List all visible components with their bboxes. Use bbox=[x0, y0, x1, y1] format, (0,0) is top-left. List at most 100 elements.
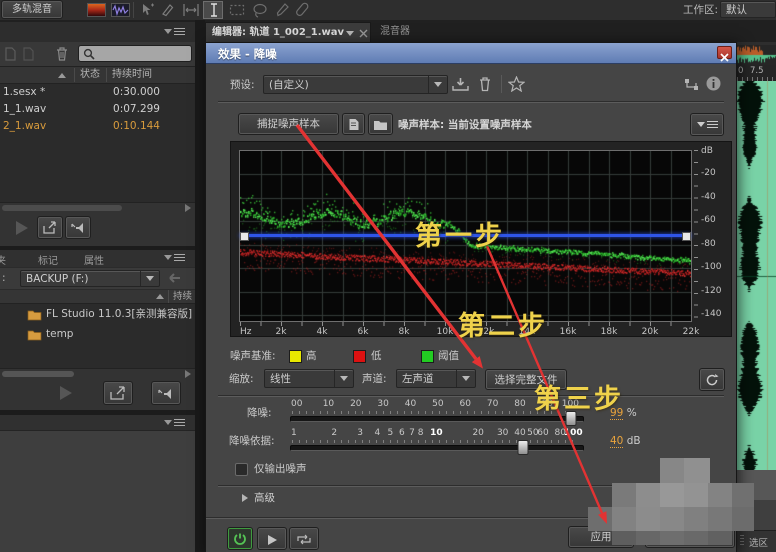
browser-tab[interactable]: 夹 bbox=[0, 252, 6, 267]
file-row[interactable]: 1_1.wav0:07.299 bbox=[0, 101, 195, 118]
status-column-header[interactable]: 状态 bbox=[74, 68, 100, 82]
panel-menu-icon[interactable] bbox=[164, 254, 185, 261]
tab-editor[interactable]: 编辑器: 轨道 1_002_1.wav bbox=[205, 22, 371, 42]
autoplay-speaker-button[interactable] bbox=[152, 382, 180, 404]
waveform-display[interactable] bbox=[737, 81, 776, 470]
lasso-tool-icon[interactable] bbox=[251, 2, 269, 18]
annotation-step3: 第三步 bbox=[534, 377, 624, 416]
folder-row[interactable]: temp bbox=[0, 324, 195, 344]
scroll-right-icon[interactable] bbox=[185, 204, 191, 212]
reduce-by-thumb[interactable] bbox=[518, 440, 529, 455]
reduce-by-slider[interactable] bbox=[290, 445, 584, 451]
info-icon[interactable] bbox=[706, 76, 721, 91]
spot-heal-tool-icon[interactable] bbox=[295, 2, 313, 18]
legend-high-label: 高 bbox=[306, 349, 317, 363]
x-axis-tick-label: 10k bbox=[437, 327, 454, 337]
output-noise-only-label[interactable]: 仅输出噪声 bbox=[254, 462, 307, 476]
autoplay-speaker-button[interactable] bbox=[66, 217, 90, 238]
drive-dropdown[interactable]: BACKUP (F:) bbox=[20, 270, 160, 287]
scroll-right-icon[interactable] bbox=[185, 370, 191, 378]
files-panel: 状态 持续时间 1.sesx *0:30.0001_1.wav0:07.2992… bbox=[0, 42, 195, 246]
slider-tick-label: 1 bbox=[291, 428, 297, 438]
browser-header[interactable]: 持续 bbox=[0, 290, 195, 304]
timeline-ruler[interactable]: 0 7.5 bbox=[737, 65, 776, 82]
preview-play-button[interactable] bbox=[258, 528, 286, 549]
browser-tab[interactable]: 属性 bbox=[84, 252, 104, 267]
search-input[interactable] bbox=[99, 47, 191, 62]
loop-preview-button[interactable] bbox=[290, 528, 318, 549]
slider-tick-label: 3 bbox=[357, 428, 363, 438]
marquee-tool-icon[interactable] bbox=[228, 2, 246, 18]
browser-duration-column[interactable]: 持续 bbox=[168, 290, 192, 303]
y-axis-tick-label: -40 bbox=[701, 192, 716, 202]
back-arrow-icon[interactable] bbox=[167, 272, 181, 284]
trash-icon[interactable] bbox=[55, 46, 69, 61]
apply-button[interactable]: 应用 bbox=[569, 527, 633, 547]
scroll-thumb[interactable] bbox=[2, 371, 74, 377]
browser-tab[interactable]: 标记 bbox=[38, 252, 58, 267]
reduce-by-value[interactable]: 40 dB bbox=[610, 434, 641, 448]
multitrack-button[interactable]: 多轨混音 bbox=[2, 1, 62, 18]
noise-floor-handle-right[interactable] bbox=[682, 232, 691, 241]
editor-tab-dropdown-icon[interactable] bbox=[346, 31, 354, 36]
files-header[interactable]: 状态 持续时间 bbox=[0, 67, 195, 84]
open-in-multitrack-button[interactable] bbox=[104, 382, 132, 404]
ibeam-tool-active-frame[interactable] bbox=[203, 1, 223, 19]
spectral-display-icon[interactable] bbox=[87, 3, 106, 17]
duration-column-header[interactable]: 持续时间 bbox=[106, 68, 152, 82]
file-row[interactable]: 1.sesx *0:30.000 bbox=[0, 84, 195, 101]
channel-dropdown[interactable]: 左声道 bbox=[396, 369, 476, 388]
sample-menu-button[interactable] bbox=[691, 114, 723, 135]
play-icon[interactable] bbox=[16, 221, 28, 235]
search-box[interactable] bbox=[78, 45, 192, 62]
panel-menu-icon[interactable] bbox=[164, 28, 185, 35]
file-name: 1_1.wav bbox=[3, 101, 46, 118]
scale-label: 缩放: bbox=[229, 372, 254, 386]
preset-routing-icon[interactable] bbox=[684, 78, 699, 91]
open-in-multitrack-button[interactable] bbox=[38, 217, 62, 238]
output-noise-only-checkbox[interactable] bbox=[235, 463, 248, 476]
preset-dropdown[interactable]: (自定义) bbox=[263, 75, 448, 94]
editor-tab-close-icon[interactable] bbox=[359, 29, 368, 38]
load-noise-sample-button[interactable] bbox=[369, 114, 392, 134]
reduce-by-scale: 1234567810203040506080100 bbox=[291, 428, 579, 439]
save-preset-icon[interactable] bbox=[452, 77, 469, 92]
slider-tick-label: 40 bbox=[405, 399, 416, 409]
advanced-label[interactable]: 高级 bbox=[254, 491, 275, 505]
folder-row[interactable]: FL Studio 11.0.3[亲测兼容版] bbox=[0, 304, 195, 324]
noise-reduction-slider[interactable] bbox=[290, 416, 584, 422]
capture-noise-sample-button[interactable]: 捕捉噪声样本 bbox=[239, 114, 338, 134]
time-selection-tool-icon[interactable] bbox=[182, 2, 200, 18]
file-name: 1.sesx * bbox=[3, 84, 45, 101]
tab-mixer[interactable]: 混音器 bbox=[380, 25, 410, 39]
advanced-expand-icon[interactable] bbox=[242, 494, 248, 502]
dialog-titlebar[interactable]: 效果 - 降噪 bbox=[206, 43, 736, 64]
workspace-dropdown[interactable]: 默认 bbox=[720, 1, 776, 18]
panel-menu-icon[interactable] bbox=[164, 419, 185, 426]
save-noise-sample-button[interactable] bbox=[343, 114, 364, 134]
files-toolbar bbox=[0, 42, 195, 67]
waveform-display-icon[interactable] bbox=[111, 3, 130, 17]
scroll-thumb[interactable] bbox=[2, 205, 122, 211]
delete-preset-icon[interactable] bbox=[478, 76, 492, 92]
sort-ascending-icon bbox=[58, 73, 66, 78]
brush-tool-icon[interactable] bbox=[273, 2, 291, 18]
panel-grip[interactable] bbox=[740, 535, 744, 547]
dialog-close-button[interactable] bbox=[717, 46, 732, 59]
scale-dropdown[interactable]: 线性 bbox=[264, 369, 354, 388]
file-row[interactable]: 2_1.wav0:10.144 bbox=[0, 118, 195, 135]
favorite-star-icon[interactable] bbox=[508, 76, 525, 92]
new-file-icon[interactable] bbox=[22, 47, 35, 61]
slider-tick-label: 40 bbox=[514, 428, 525, 438]
move-tool-icon[interactable] bbox=[139, 2, 155, 18]
overview-waveform[interactable] bbox=[737, 45, 776, 65]
effect-power-toggle[interactable] bbox=[228, 528, 252, 549]
close-dialog-button[interactable] bbox=[646, 527, 734, 547]
column-divider[interactable] bbox=[195, 20, 205, 552]
import-file-icon[interactable] bbox=[4, 47, 17, 61]
play-icon[interactable] bbox=[60, 386, 72, 400]
noise-floor-handle-left[interactable] bbox=[240, 232, 249, 241]
razor-tool-icon[interactable] bbox=[160, 2, 176, 18]
selection-view-panel-header: 选区 bbox=[737, 530, 776, 552]
reset-button[interactable] bbox=[700, 369, 724, 390]
